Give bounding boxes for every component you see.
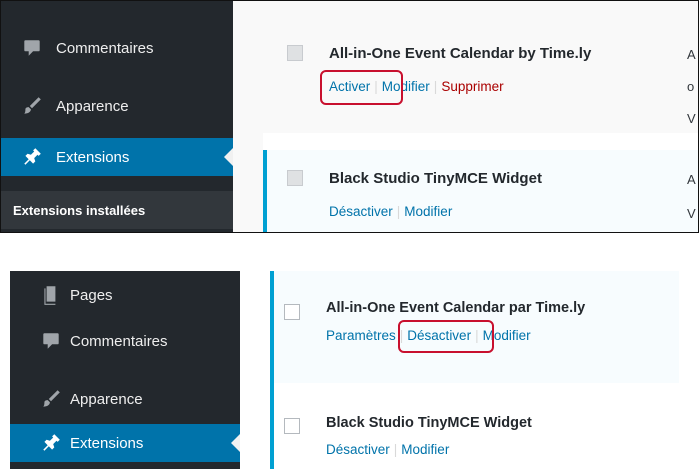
plugin-row-active: Black Studio TinyMCE Widget Désactiver | M… <box>263 150 698 232</box>
list-gutter <box>233 1 263 232</box>
sidebar-item-extensions[interactable]: Extensions <box>1 138 233 176</box>
brush-icon <box>43 390 60 407</box>
plugin-actions: Désactiver | Modifier <box>329 204 453 219</box>
plugins-list: All-in-One Event Calendar by Time.ly Act… <box>233 1 698 232</box>
pages-icon <box>44 286 56 305</box>
plugin-icon <box>24 148 41 165</box>
sidebar-item-label: Apparence <box>56 97 129 115</box>
plugin-checkbox[interactable] <box>284 304 300 320</box>
plugin-title: All-in-One Event Calendar by Time.ly <box>329 45 592 62</box>
list-gutter <box>240 271 270 469</box>
deactivate-link[interactable]: Désactiver <box>326 442 390 457</box>
bottom-screenshot-panel: Pages Commentaires Apparence Extensions … <box>0 271 699 469</box>
description-col-truncated: A <box>687 47 696 62</box>
plugin-checkbox[interactable] <box>287 45 303 61</box>
admin-sidebar: Pages Commentaires Apparence Extensions <box>10 271 240 469</box>
sidebar-item-pages[interactable]: Pages <box>10 277 240 313</box>
plugin-checkbox[interactable] <box>287 170 303 186</box>
edit-link[interactable]: Modifier <box>404 204 452 219</box>
plugin-row-active: Black Studio TinyMCE Widget Désactiver | M… <box>270 383 679 469</box>
plugin-row-active: All-in-One Event Calendar par Time.ly Pa… <box>270 271 679 383</box>
sidebar-item-label: Apparence <box>70 390 143 408</box>
delete-link[interactable]: Supprimer <box>441 79 503 94</box>
plugin-checkbox[interactable] <box>284 418 300 434</box>
plugin-title: Black Studio TinyMCE Widget <box>329 170 542 187</box>
sidebar-item-comments[interactable]: Commentaires <box>1 29 233 67</box>
sidebar-item-label: Pages <box>70 286 113 304</box>
sidebar-item-appearance[interactable]: Apparence <box>1 87 233 125</box>
comment-icon <box>43 333 59 349</box>
brush-icon <box>24 97 41 114</box>
plugin-title: All-in-One Event Calendar par Time.ly <box>326 300 586 316</box>
plugin-row-inactive: All-in-One Event Calendar by Time.ly Act… <box>263 1 698 133</box>
sidebar-item-label: Extensions <box>70 434 144 452</box>
plugins-list: All-in-One Event Calendar par Time.ly Pa… <box>240 271 679 469</box>
plugin-actions: Désactiver | Modifier <box>326 442 450 457</box>
submenu-installed-extensions[interactable]: Extensions installées <box>1 191 233 229</box>
sidebar-item-extensions[interactable]: Extensions <box>10 424 240 462</box>
sidebar-item-label: Extensions <box>56 148 130 166</box>
sidebar-item-comments[interactable]: Commentaires <box>10 323 240 359</box>
settings-link[interactable]: Paramètres <box>326 328 396 343</box>
highlight-box <box>320 70 403 105</box>
plugin-title: Black Studio TinyMCE Widget <box>326 415 532 431</box>
description-col-truncated: V <box>687 111 696 126</box>
edit-link[interactable]: Modifier <box>401 442 449 457</box>
submenu-label: Extensions installées <box>13 202 146 218</box>
plugin-icon <box>43 434 60 451</box>
admin-sidebar: Commentaires Apparence Extensions Extens… <box>1 1 233 232</box>
highlight-box <box>398 320 494 353</box>
sidebar-item-appearance[interactable]: Apparence <box>10 381 240 417</box>
description-col-truncated: o <box>687 79 695 94</box>
comment-icon <box>24 40 40 56</box>
description-col-truncated: V <box>687 206 696 221</box>
sidebar-item-label: Commentaires <box>70 332 168 350</box>
description-col-truncated: A <box>687 172 696 187</box>
deactivate-link[interactable]: Désactiver <box>329 204 393 219</box>
top-screenshot-panel: Commentaires Apparence Extensions Extens… <box>0 0 699 233</box>
sidebar-item-label: Commentaires <box>56 39 154 57</box>
